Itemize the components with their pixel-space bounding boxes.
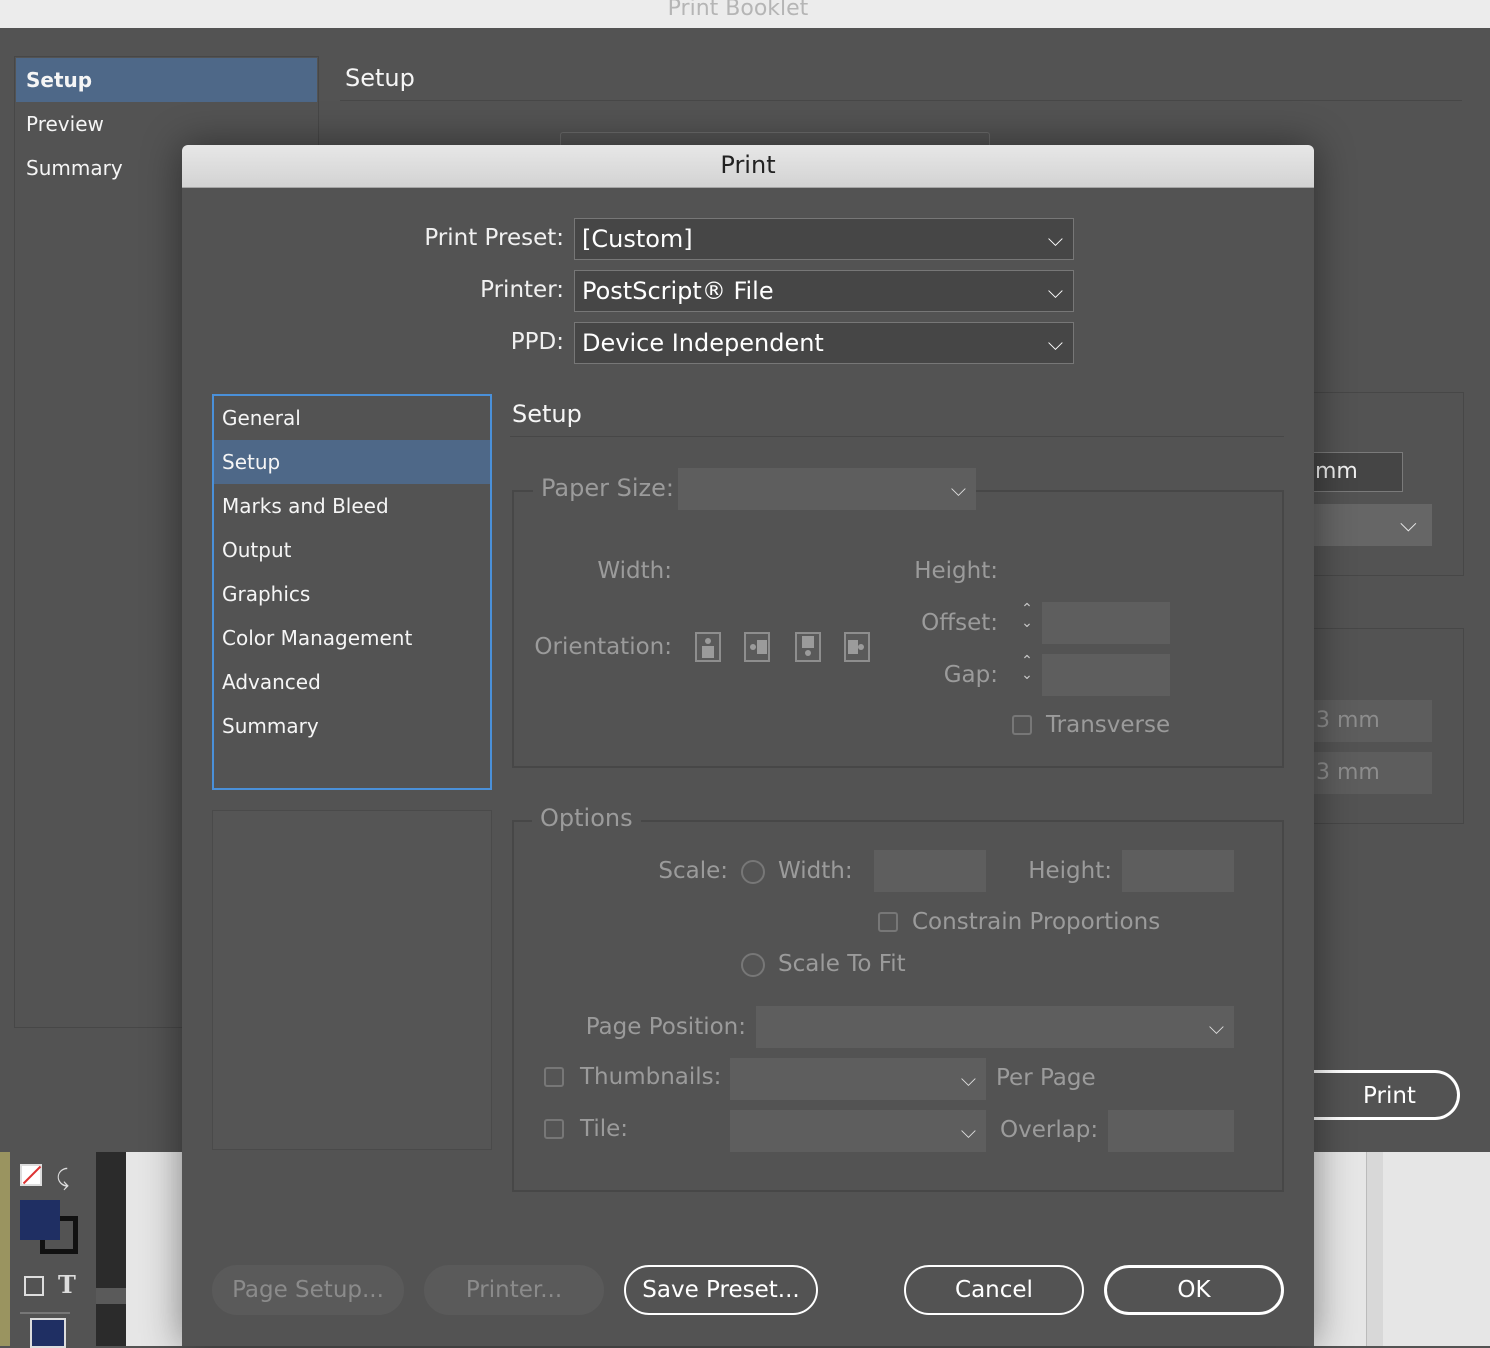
page-position-select[interactable]: ⌵ — [756, 1006, 1234, 1048]
chevron-down-icon: ⌵ — [1047, 279, 1063, 303]
tile-select[interactable]: ⌵ — [730, 1110, 986, 1152]
scale-width-field[interactable] — [874, 850, 986, 892]
tools-panel: ⤹ T — [10, 1152, 96, 1348]
paper-height-label: Height: — [914, 558, 998, 584]
swap-colors-icon[interactable]: ⤹ — [56, 1166, 69, 1191]
ppd-label: PPD: — [510, 329, 564, 355]
booklet-title: Print Booklet — [667, 0, 809, 21]
gap-label: Gap: — [943, 662, 998, 688]
booklet-titlebar: Print Booklet — [0, 0, 1490, 29]
ppd-value: Device Independent — [582, 329, 824, 357]
printer-button[interactable]: Printer... — [424, 1265, 604, 1315]
gap-stepper-icon[interactable]: ⌃ ⌄ — [1012, 654, 1042, 696]
thumbnails-label: Thumbnails: — [580, 1064, 722, 1090]
tile-checkbox[interactable] — [544, 1119, 564, 1139]
constrain-proportions-label: Constrain Proportions — [912, 909, 1161, 935]
orientation-reverse-landscape-icon[interactable] — [844, 632, 870, 662]
ruler-marker — [96, 1288, 126, 1304]
scale-width-radio[interactable] — [741, 860, 765, 884]
chevron-down-icon: ⌵ — [950, 477, 966, 501]
category-list: General Setup Marks and Bleed Output Gra… — [212, 394, 492, 790]
section-divider — [510, 436, 1284, 437]
constrain-proportions-checkbox[interactable] — [878, 912, 898, 932]
offset-field[interactable] — [1042, 602, 1170, 644]
gap-field[interactable] — [1042, 654, 1170, 696]
cancel-button[interactable]: Cancel — [904, 1265, 1084, 1315]
section-title: Setup — [512, 400, 582, 428]
tools-divider — [20, 1312, 70, 1314]
chevron-down-icon: ⌵ — [960, 1067, 976, 1091]
print-dialog: Print Print Preset: [Custom] ⌵ Printer: … — [182, 145, 1314, 1346]
default-colors-icon[interactable] — [20, 1164, 42, 1186]
offset-stepper-icon[interactable]: ⌃ ⌄ — [1012, 602, 1042, 644]
fill-swatch-icon[interactable] — [20, 1200, 60, 1240]
paper-width-label: Width: — [597, 558, 672, 584]
chevron-down-icon: ⌵ — [1400, 512, 1417, 537]
category-output[interactable]: Output — [214, 528, 490, 572]
booklet-nav-preview[interactable]: Preview — [16, 102, 317, 146]
scale-to-fit-radio[interactable] — [741, 953, 765, 977]
page-setup-button[interactable]: Page Setup... — [212, 1265, 404, 1315]
print-dialog-title: Print — [720, 151, 776, 179]
category-general[interactable]: General — [214, 396, 490, 440]
scale-to-fit-label: Scale To Fit — [778, 951, 906, 977]
page-preview — [212, 810, 492, 1150]
category-color-management[interactable]: Color Management — [214, 616, 490, 660]
booklet-field-b[interactable]: 3 mm — [1300, 752, 1432, 794]
printer-select[interactable]: PostScript® File ⌵ — [574, 270, 1074, 312]
vertical-ruler — [96, 1152, 126, 1346]
booklet-print-button[interactable]: Print — [1300, 1070, 1460, 1120]
transverse-label: Transverse — [1046, 712, 1171, 738]
scale-height-label: Height: — [1028, 858, 1112, 884]
orientation-portrait-icon[interactable] — [695, 632, 721, 662]
orientation-reverse-portrait-icon[interactable] — [795, 632, 821, 662]
chevron-down-icon: ⌵ — [1047, 331, 1063, 355]
ok-button[interactable]: OK — [1104, 1265, 1284, 1315]
print-preset-select[interactable]: [Custom] ⌵ — [574, 218, 1074, 260]
paper-size-label: Paper Size: — [533, 474, 682, 502]
orientation-label: Orientation: — [534, 634, 672, 660]
category-marks-and-bleed[interactable]: Marks and Bleed — [214, 484, 490, 528]
scale-width-label: Width: — [778, 858, 853, 884]
thumbnails-select[interactable]: ⌵ — [730, 1058, 986, 1100]
overlap-label: Overlap: — [1000, 1117, 1099, 1143]
category-advanced[interactable]: Advanced — [214, 660, 490, 704]
transverse-checkbox[interactable] — [1012, 715, 1032, 735]
category-summary[interactable]: Summary — [214, 704, 490, 748]
page-position-label: Page Position: — [585, 1014, 746, 1040]
print-dialog-titlebar: Print — [182, 145, 1314, 188]
tile-label: Tile: — [580, 1116, 629, 1142]
paper-size-select[interactable]: ⌵ — [678, 468, 976, 510]
options-legend: Options — [532, 804, 641, 832]
formatting-container-icon[interactable] — [24, 1276, 44, 1296]
chevron-down-icon: ⌵ — [1047, 227, 1063, 251]
canvas-page-edge — [1366, 1152, 1383, 1346]
chevron-down-icon: ⌵ — [960, 1119, 976, 1143]
orientation-landscape-icon[interactable] — [744, 632, 770, 662]
print-preset-value: [Custom] — [582, 225, 693, 253]
print-preset-label: Print Preset: — [424, 225, 564, 251]
per-page-label: Per Page — [996, 1065, 1096, 1091]
booklet-divider — [340, 100, 1462, 101]
category-setup[interactable]: Setup — [214, 440, 490, 484]
booklet-nav-setup[interactable]: Setup — [16, 58, 317, 102]
chevron-down-icon: ⌵ — [1208, 1015, 1224, 1039]
printer-value: PostScript® File — [582, 277, 774, 305]
booklet-field-a[interactable]: 3 mm — [1300, 700, 1432, 742]
booklet-mm-field[interactable]: mm — [1300, 452, 1403, 492]
printer-label: Printer: — [480, 277, 564, 303]
formatting-text-icon[interactable]: T — [58, 1270, 76, 1299]
save-preset-button[interactable]: Save Preset... — [624, 1265, 818, 1315]
booklet-setup-heading: Setup — [345, 64, 415, 92]
view-mode-icon[interactable] — [30, 1318, 66, 1348]
overlap-field[interactable] — [1108, 1110, 1234, 1152]
thumbnails-checkbox[interactable] — [544, 1067, 564, 1087]
ppd-select[interactable]: Device Independent ⌵ — [574, 322, 1074, 364]
offset-label: Offset: — [921, 610, 998, 636]
scale-height-field[interactable] — [1122, 850, 1234, 892]
scale-label: Scale: — [658, 858, 728, 884]
category-graphics[interactable]: Graphics — [214, 572, 490, 616]
